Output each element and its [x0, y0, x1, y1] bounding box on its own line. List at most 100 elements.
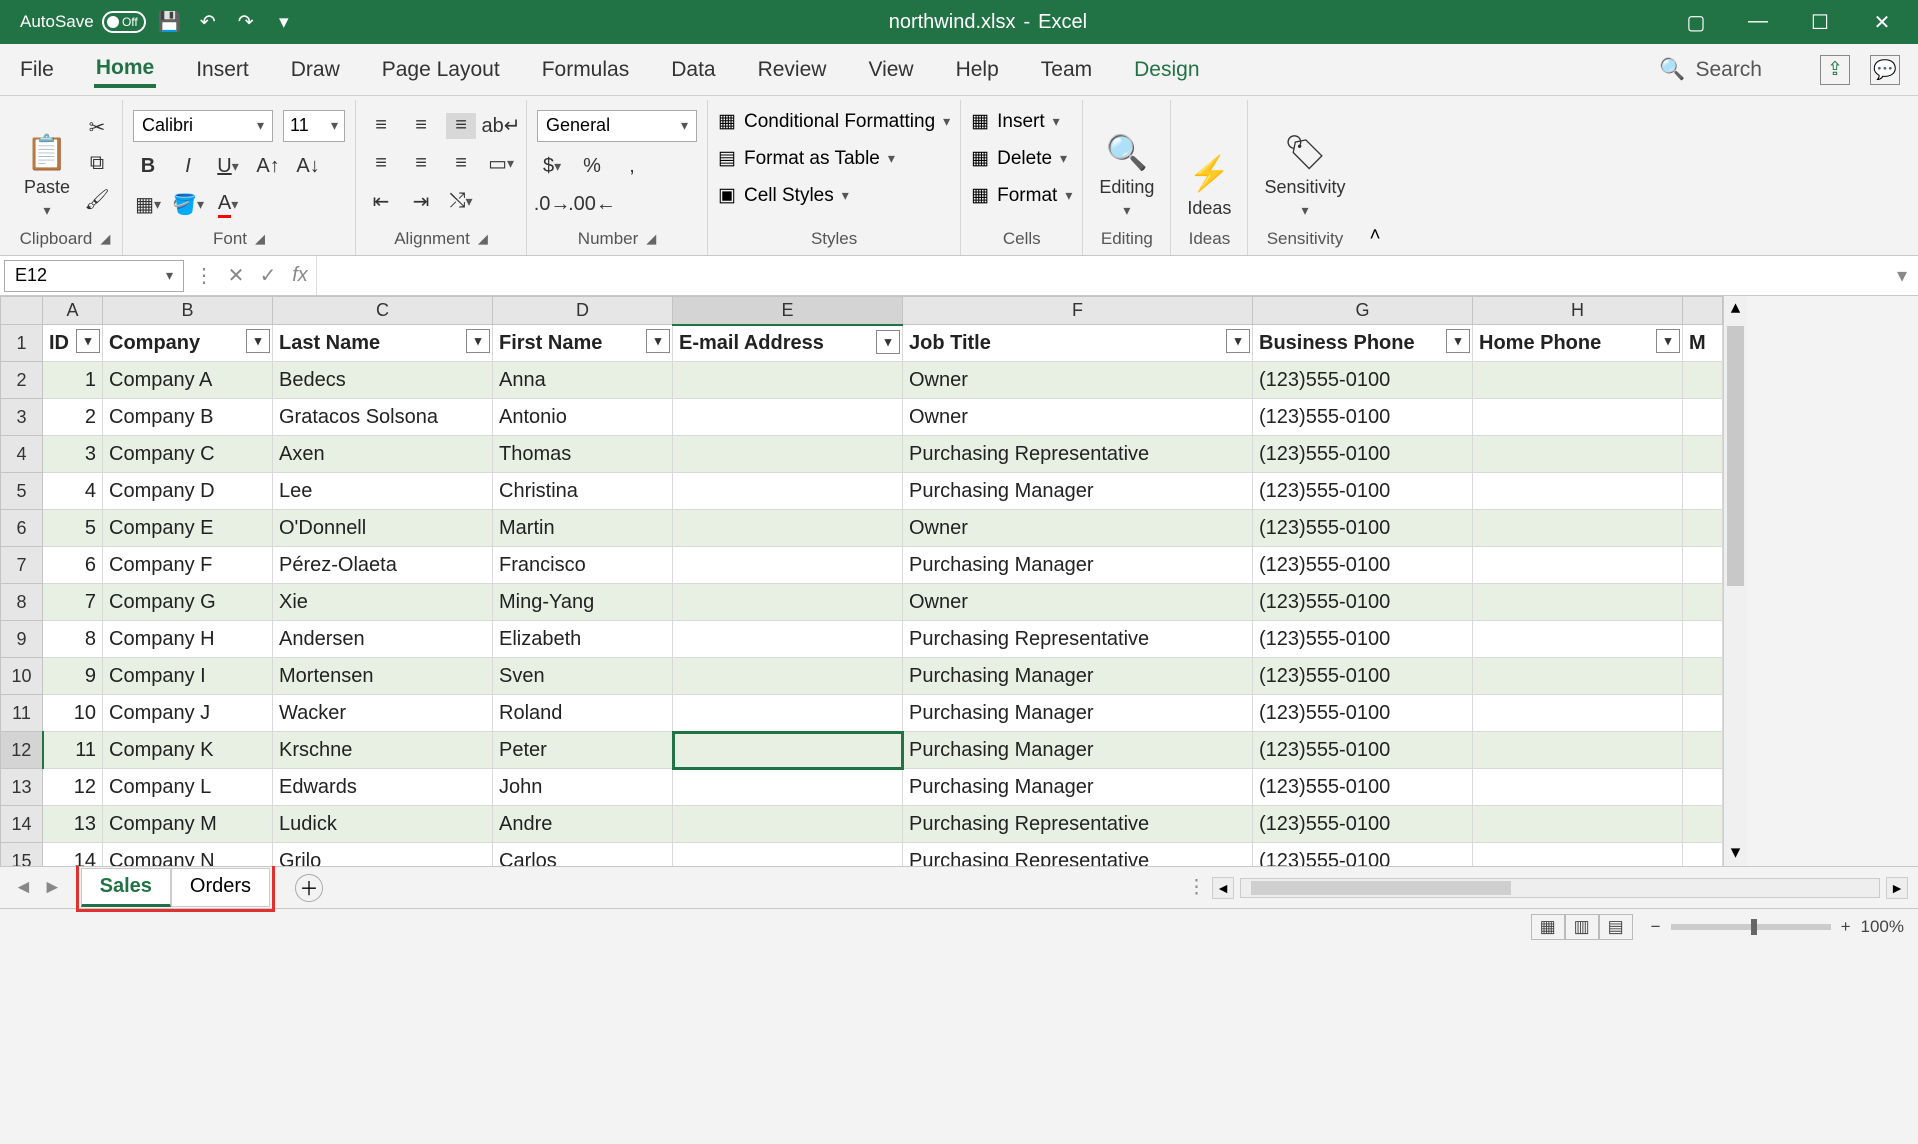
search-box[interactable]: 🔍Search — [1659, 58, 1762, 82]
align-middle-icon[interactable]: ≡ — [406, 113, 436, 139]
increase-font-icon[interactable]: A↑ — [253, 154, 283, 180]
cell[interactable]: Francisco — [493, 547, 673, 584]
collapse-ribbon-icon[interactable]: ˄ — [1361, 217, 1388, 255]
cell[interactable] — [1683, 806, 1723, 843]
cell[interactable]: Owner — [903, 362, 1253, 399]
cell[interactable]: Elizabeth — [493, 621, 673, 658]
cell[interactable]: Company F — [103, 547, 273, 584]
cell[interactable]: Purchasing Manager — [903, 769, 1253, 806]
page-break-view-icon[interactable]: ▤ — [1599, 914, 1633, 940]
cell[interactable] — [1683, 473, 1723, 510]
cell[interactable] — [1683, 843, 1723, 867]
percent-icon[interactable]: % — [577, 154, 607, 180]
row-header[interactable]: 2 — [1, 362, 43, 399]
cell[interactable] — [1683, 695, 1723, 732]
undo-icon[interactable]: ↶ — [194, 8, 222, 36]
cell[interactable]: Anna — [493, 362, 673, 399]
cell[interactable]: O'Donnell — [273, 510, 493, 547]
page-layout-view-icon[interactable]: ▥ — [1565, 914, 1599, 940]
cell[interactable] — [1473, 584, 1683, 621]
cell[interactable] — [1473, 473, 1683, 510]
cell[interactable]: Mortensen — [273, 658, 493, 695]
save-icon[interactable]: 💾 — [156, 8, 184, 36]
row-header[interactable]: 9 — [1, 621, 43, 658]
cell[interactable]: Antonio — [493, 399, 673, 436]
alignment-launcher-icon[interactable]: ◢ — [478, 231, 488, 247]
zoom-in-icon[interactable]: + — [1841, 917, 1851, 937]
col-header-A[interactable]: A — [43, 297, 103, 325]
cell[interactable] — [1683, 362, 1723, 399]
cell[interactable] — [673, 547, 903, 584]
table-header[interactable]: Job Title▾ — [903, 325, 1253, 362]
cell[interactable]: Company D — [103, 473, 273, 510]
italic-icon[interactable]: I — [173, 154, 203, 180]
sheet-tab-orders[interactable]: Orders — [171, 868, 270, 907]
decrease-font-icon[interactable]: A↓ — [293, 154, 323, 180]
hscroll-right-icon[interactable]: ► — [1886, 877, 1908, 899]
name-box[interactable]: E12▾ — [4, 260, 184, 292]
align-top-icon[interactable]: ≡ — [366, 113, 396, 139]
table-header[interactable]: First Name▾ — [493, 325, 673, 362]
cell[interactable]: Owner — [903, 584, 1253, 621]
editing-button[interactable]: 🔍Editing▾ — [1093, 104, 1160, 223]
font-color-icon[interactable]: A▾ — [213, 192, 243, 218]
cell[interactable]: Martin — [493, 510, 673, 547]
cell[interactable]: Pérez-Olaeta — [273, 547, 493, 584]
increase-indent-icon[interactable]: ⇥ — [406, 189, 436, 215]
insert-cells-button[interactable]: ▦Insert▾ — [971, 110, 1072, 133]
cell[interactable]: Owner — [903, 399, 1253, 436]
cell[interactable]: (123)555-0100 — [1253, 584, 1473, 621]
row-header[interactable]: 14 — [1, 806, 43, 843]
normal-view-icon[interactable]: ▦ — [1531, 914, 1565, 940]
copy-icon[interactable]: ⧉ — [82, 151, 112, 177]
cell[interactable]: Ludick — [273, 806, 493, 843]
col-header-C[interactable]: C — [273, 297, 493, 325]
cell[interactable] — [673, 436, 903, 473]
cell[interactable]: Purchasing Representative — [903, 436, 1253, 473]
cell[interactable]: Ming-Yang — [493, 584, 673, 621]
font-launcher-icon[interactable]: ◢ — [255, 231, 265, 247]
cell[interactable]: (123)555-0100 — [1253, 436, 1473, 473]
cell[interactable]: (123)555-0100 — [1253, 732, 1473, 769]
ribbon-display-icon[interactable]: ▢ — [1678, 10, 1714, 35]
underline-icon[interactable]: U▾ — [213, 154, 243, 180]
vertical-scrollbar[interactable]: ▴▾ — [1723, 296, 1747, 866]
format-as-table-button[interactable]: ▤Format as Table▾ — [718, 147, 950, 170]
expand-formula-icon[interactable]: ▾ — [1886, 263, 1918, 288]
cut-icon[interactable]: ✂ — [82, 115, 112, 141]
cell[interactable] — [1683, 584, 1723, 621]
cell[interactable]: Company N — [103, 843, 273, 867]
cell[interactable]: (123)555-0100 — [1253, 399, 1473, 436]
cell[interactable]: (123)555-0100 — [1253, 843, 1473, 867]
cell[interactable] — [1683, 547, 1723, 584]
tab-formulas[interactable]: Formulas — [540, 54, 632, 86]
fill-color-icon[interactable]: 🪣▾ — [173, 192, 203, 218]
tab-page-layout[interactable]: Page Layout — [380, 54, 502, 86]
cell[interactable]: Purchasing Manager — [903, 473, 1253, 510]
cell[interactable] — [1473, 510, 1683, 547]
sheet-next-icon[interactable]: ► — [43, 877, 62, 899]
col-header-D[interactable]: D — [493, 297, 673, 325]
table-header[interactable]: Last Name▾ — [273, 325, 493, 362]
cell[interactable] — [673, 732, 903, 769]
row-header[interactable]: 13 — [1, 769, 43, 806]
col-header-H[interactable]: H — [1473, 297, 1683, 325]
sheet-tab-sales[interactable]: Sales — [81, 868, 171, 907]
align-bottom-icon[interactable]: ≡ — [446, 113, 476, 139]
cell[interactable]: (123)555-0100 — [1253, 695, 1473, 732]
cell[interactable] — [1683, 732, 1723, 769]
wrap-text-icon[interactable]: ab↵ — [486, 113, 516, 139]
fx-accept-icon[interactable]: ✓ — [252, 263, 284, 288]
cell[interactable]: 7 — [43, 584, 103, 621]
cell[interactable]: 1 — [43, 362, 103, 399]
merge-icon[interactable]: ▭▾ — [486, 151, 516, 177]
cell[interactable]: Wacker — [273, 695, 493, 732]
zoom-out-icon[interactable]: − — [1651, 917, 1661, 937]
cell[interactable]: 12 — [43, 769, 103, 806]
cell[interactable]: 8 — [43, 621, 103, 658]
align-center-icon[interactable]: ≡ — [406, 151, 436, 177]
cell[interactable]: Company K — [103, 732, 273, 769]
cell[interactable]: 13 — [43, 806, 103, 843]
cell[interactable]: Purchasing Representative — [903, 806, 1253, 843]
cell[interactable]: Company M — [103, 806, 273, 843]
